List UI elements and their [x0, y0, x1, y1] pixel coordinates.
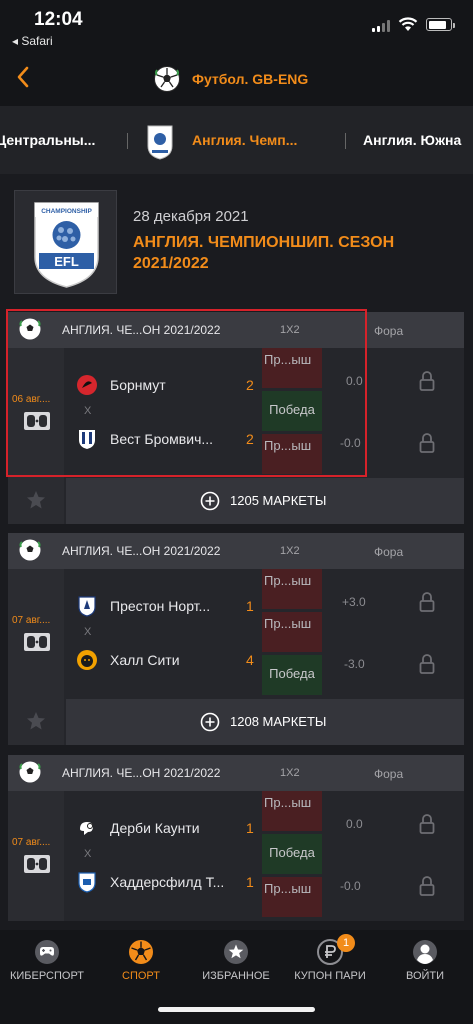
event-footer: 1205 МАРКЕТЫ: [8, 478, 464, 524]
odds-draw-button[interactable]: Пр...ыш: [262, 612, 322, 652]
status-bar: 12:04 ◂ Safari: [0, 0, 473, 50]
page-title: Футбол. GB-ENG: [192, 71, 309, 87]
logo-text-top: CHAMPIONSHIP: [41, 208, 92, 215]
league-logo: CHAMPIONSHIP EFL: [14, 190, 117, 294]
lock-icon: [419, 814, 435, 834]
huddersfield-crest-icon: [78, 872, 96, 893]
battery-icon: [426, 18, 455, 31]
markets-count: 1205 МАРКЕТЫ: [230, 493, 327, 508]
nav-esports-label: КИБЕРСПОРТ: [9, 970, 85, 982]
odds-home-button[interactable]: Пр...ыш: [262, 569, 322, 609]
lock-icon: [419, 433, 435, 453]
odds-away-button[interactable]: Пр...ыш: [262, 877, 322, 917]
soccer-ball-icon: [19, 761, 41, 783]
tab-england-championship[interactable]: Англия. Чемп...: [192, 132, 297, 148]
column-1x2-label: 1X2: [280, 767, 300, 779]
home-team-score: 1: [246, 598, 254, 614]
odds-away-button[interactable]: Победа: [262, 655, 322, 695]
handicap-home-value: +3.0: [342, 595, 366, 609]
markets-button[interactable]: 1208 МАРКЕТЫ: [66, 699, 464, 745]
nav-login[interactable]: ВОЙТИ: [378, 930, 472, 1024]
away-team-score: 1: [246, 874, 254, 890]
event-date: 07 авг....: [12, 837, 51, 848]
league-name: АНГЛИЯ. ЧЕМПИОНШИП. СЕЗОН 2021/2022: [133, 234, 395, 272]
wifi-icon: [398, 17, 418, 31]
nav-esports[interactable]: КИБЕРСПОРТ: [0, 930, 94, 1024]
tab-divider: [127, 133, 128, 149]
column-1x2-label: 1X2: [280, 545, 300, 557]
home-team-name: Престон Норт...: [110, 598, 211, 614]
hull-city-crest-icon: [77, 650, 97, 670]
highlight-annotation: [6, 309, 367, 477]
sport-ball-icon: [129, 940, 153, 964]
event-body: 07 авг.... Дерби Каунти 1 X Хаддерсфилд …: [8, 791, 464, 921]
odds-home-button[interactable]: Пр...ыш: [262, 791, 322, 831]
league-info-card: CHAMPIONSHIP EFL 28 декабря 2021 АНГЛИЯ.…: [0, 174, 473, 304]
star-icon: [27, 712, 45, 730]
column-handicap-label: Фора: [374, 324, 404, 338]
top-header: Футбол. GB-ENG: [0, 50, 473, 106]
versus-label: X: [84, 626, 92, 638]
nav-bet-slip-label: КУПОН ПАРИ: [294, 970, 366, 982]
logo-text-bottom: EFL: [54, 254, 79, 269]
back-arrow-icon[interactable]: [10, 62, 40, 92]
event-league-name: АНГЛИЯ. ЧЕ...ОН 2021/2022: [62, 544, 221, 558]
event-date-column: 07 авг....: [8, 569, 64, 699]
league-tabs: Центральны... Англия. Чемп... Англия. Юж…: [0, 106, 473, 174]
gamepad-icon: [35, 940, 59, 964]
clock: 12:04: [34, 9, 83, 30]
plus-circle-icon: [200, 491, 220, 511]
home-indicator: [158, 1007, 315, 1012]
plus-circle-icon: [200, 712, 220, 732]
back-to-safari-link[interactable]: ◂ Safari: [12, 34, 53, 48]
tab-central-league[interactable]: Центральны...: [0, 132, 95, 148]
event-date-column: 07 авг....: [8, 791, 64, 921]
nav-sport-label: СПОРТ: [122, 970, 160, 982]
event-footer: 1208 МАРКЕТЫ: [8, 699, 464, 745]
favorite-button[interactable]: [8, 478, 64, 524]
tab-divider: [345, 133, 346, 149]
soccer-ball-icon: [154, 66, 180, 92]
nav-favorites-label: ИЗБРАННОЕ: [202, 970, 270, 982]
home-team-name: Дерби Каунти: [110, 820, 200, 836]
lock-icon: [419, 592, 435, 612]
away-team-name: Хаддерсфилд Т...: [110, 874, 225, 890]
tab-england-south[interactable]: Англия. Южна: [363, 132, 461, 148]
soccer-ball-icon: [19, 539, 41, 561]
markets-count: 1208 МАРКЕТЫ: [230, 714, 327, 729]
handicap-home-value: 0.0: [346, 817, 363, 831]
bet-slip-badge: 1: [337, 934, 355, 952]
event-date: 07 авг....: [12, 615, 51, 626]
handicap-away-value: -0.0: [340, 879, 361, 893]
favorite-button[interactable]: [8, 699, 64, 745]
away-team-score: 4: [246, 652, 254, 668]
event-header: АНГЛИЯ. ЧЕ...ОН 2021/2022 1X2 Фора: [8, 755, 464, 791]
lock-icon: [419, 654, 435, 674]
scoreboard-icon: [24, 633, 50, 651]
lock-icon: [419, 371, 435, 391]
user-avatar-icon: [413, 940, 437, 964]
nav-login-label: ВОЙТИ: [405, 970, 445, 982]
column-handicap-label: Фора: [374, 545, 404, 559]
star-circle-icon: [224, 940, 248, 964]
cellular-signal-icon: [372, 20, 390, 32]
event-league-name: АНГЛИЯ. ЧЕ...ОН 2021/2022: [62, 766, 221, 780]
event-body: 07 авг.... Престон Норт... 1 X Халл Сити…: [8, 569, 464, 699]
star-icon: [27, 491, 45, 509]
markets-button[interactable]: 1205 МАРКЕТЫ: [66, 478, 464, 524]
scoreboard-icon: [24, 855, 50, 873]
odds-draw-button[interactable]: Победа: [262, 834, 322, 874]
lock-icon: [419, 876, 435, 896]
preston-crest-icon: [78, 596, 96, 617]
handicap-away-value: -3.0: [344, 657, 365, 671]
efl-championship-logo-icon: [147, 125, 173, 160]
column-handicap-label: Фора: [374, 767, 404, 781]
efl-championship-logo-icon: CHAMPIONSHIP EFL: [34, 202, 99, 288]
league-date: 28 декабря 2021: [133, 208, 249, 225]
versus-label: X: [84, 848, 92, 860]
home-team-score: 1: [246, 820, 254, 836]
derby-ram-crest-icon: [80, 822, 93, 835]
away-team-name: Халл Сити: [110, 652, 180, 668]
event-header: АНГЛИЯ. ЧЕ...ОН 2021/2022 1X2 Фора: [8, 533, 464, 569]
